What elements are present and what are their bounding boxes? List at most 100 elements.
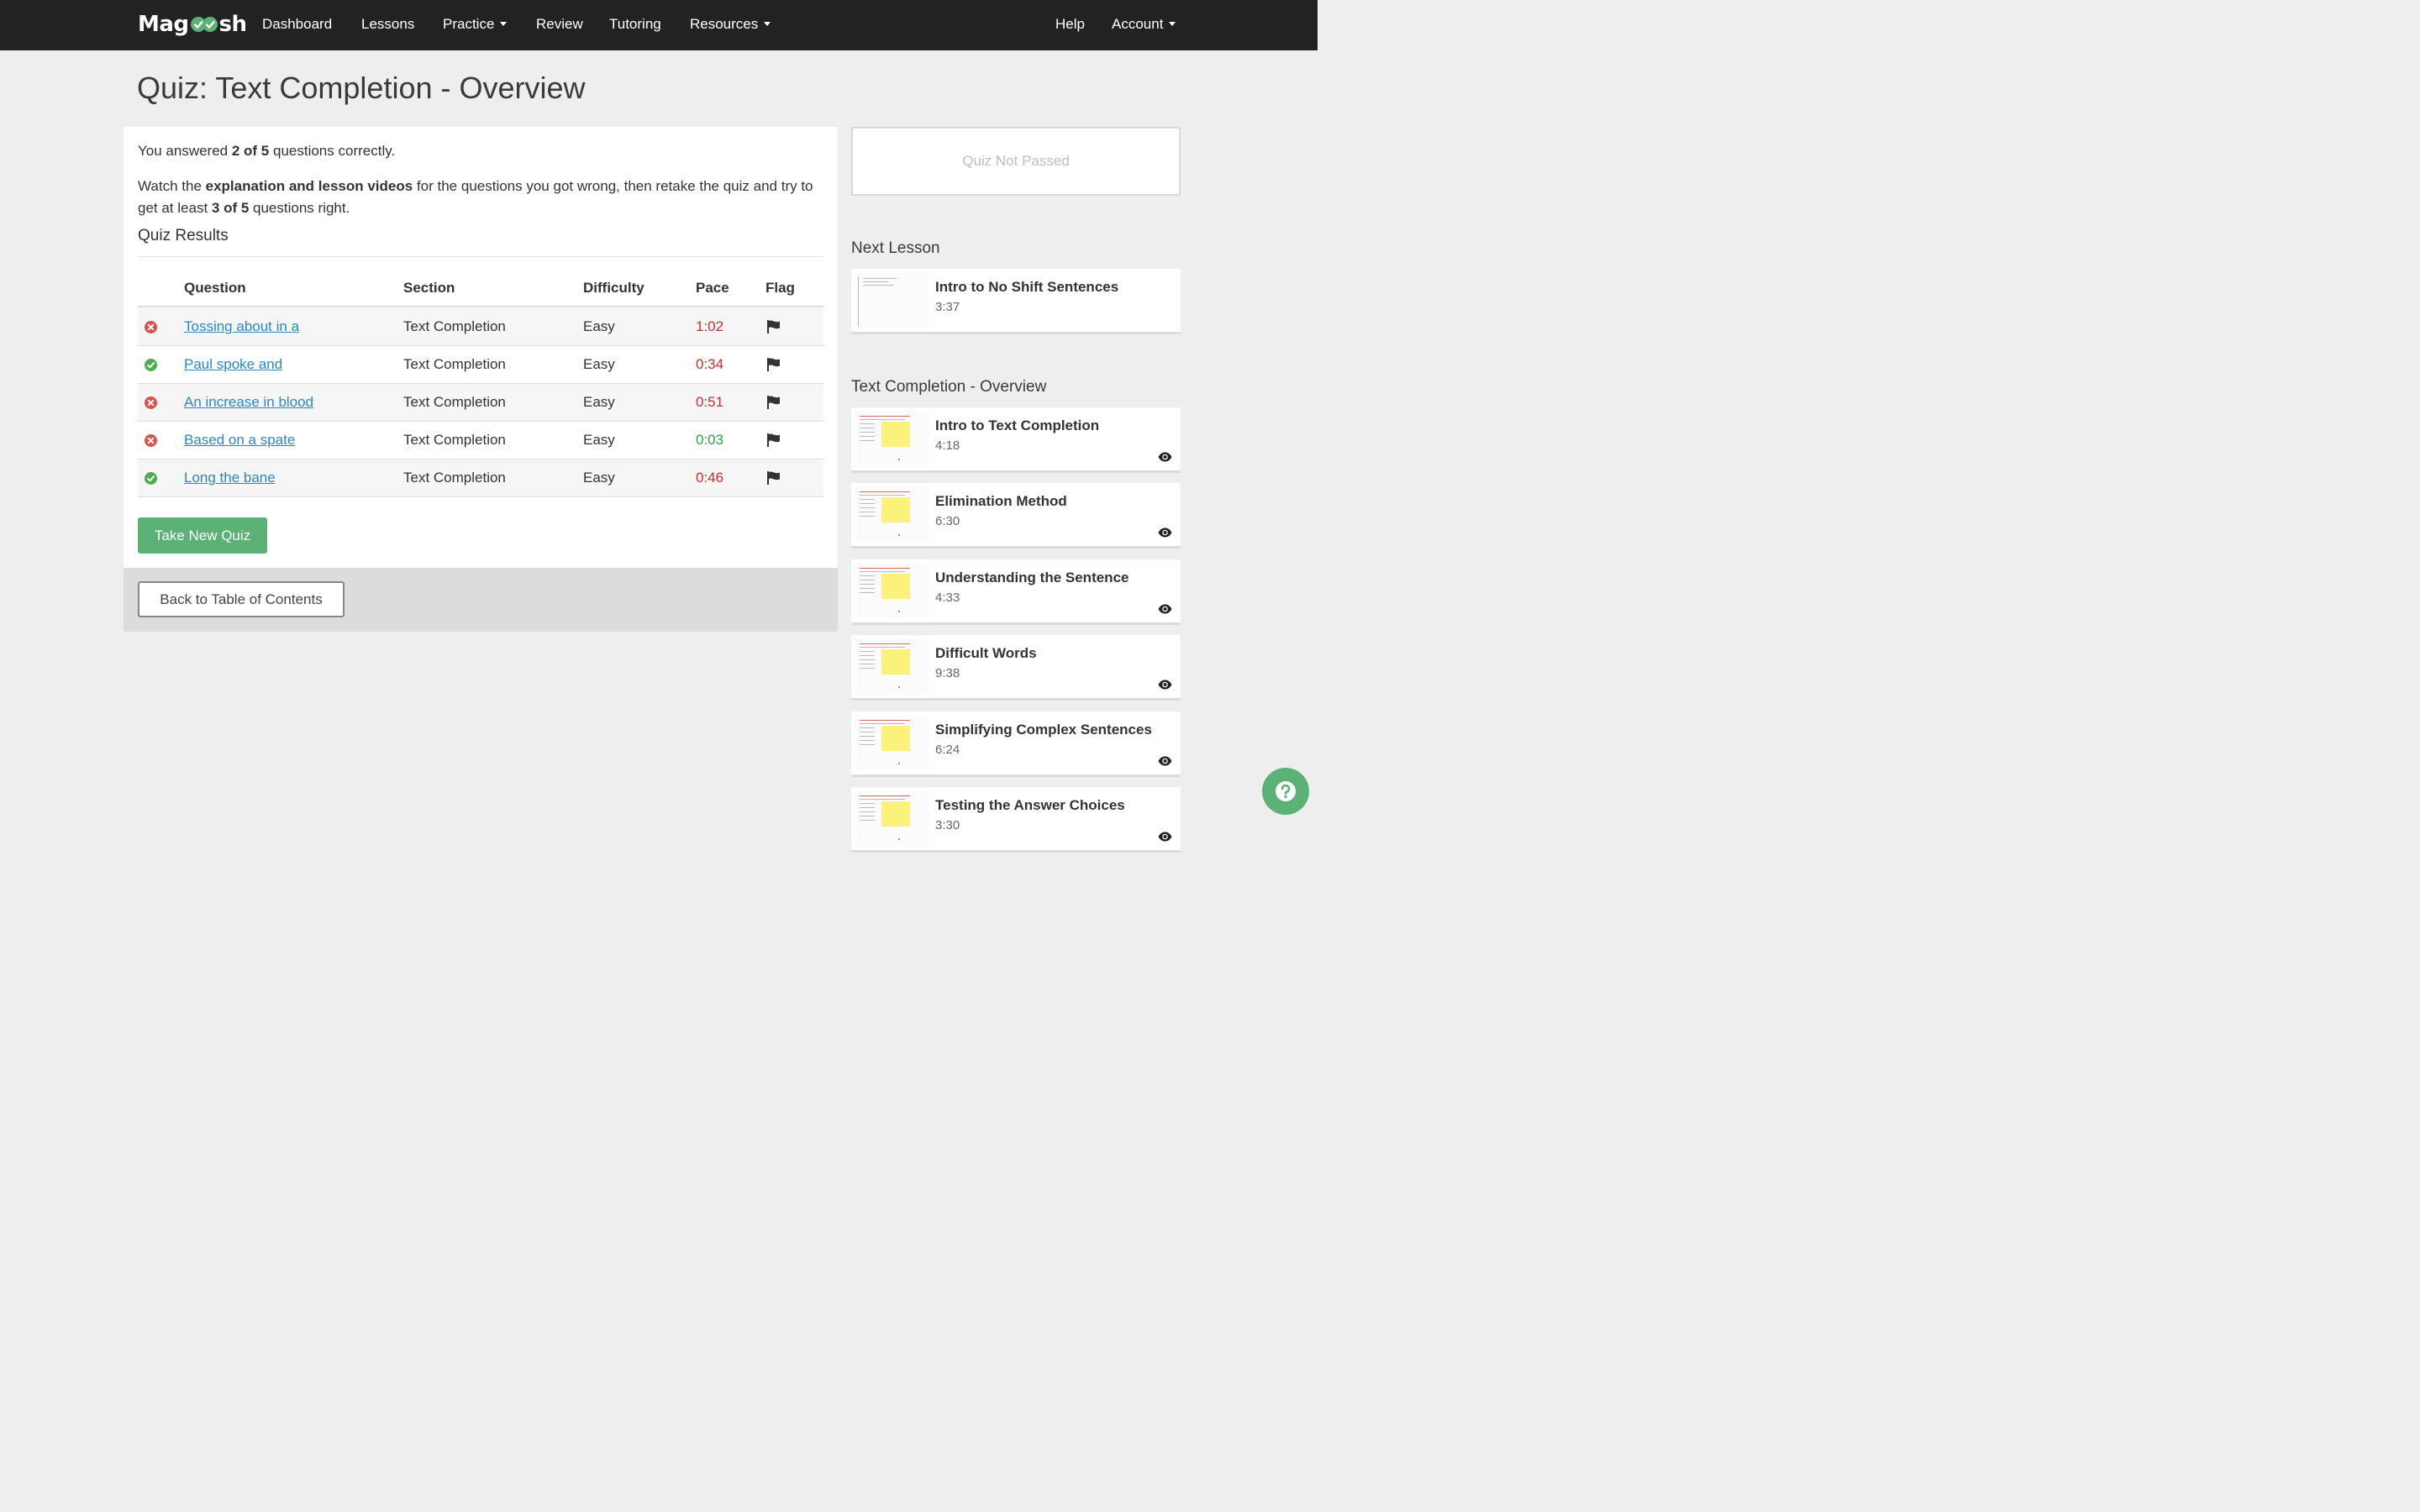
column-header-difficulty: Difficulty [583,280,644,296]
score-text: You answered [138,143,232,159]
eye-icon [1158,680,1172,690]
table-row: Tossing about in a Text Completion Easy 1:0… [138,308,823,346]
question-cell: Paul spoke and [184,356,282,373]
flag-icon[interactable] [766,433,781,447]
lesson-title: Elimination Method [935,493,1067,510]
column-header-pace: Pace [696,280,729,296]
lesson-duration: 6:24 [935,742,960,757]
nav-help-label: Help [1055,16,1085,32]
lesson-card[interactable]: Testing the Answer Choices 3:30 [851,787,1181,853]
difficulty-cell: Easy [583,318,615,334]
question-link[interactable]: Based on a spate [184,432,295,448]
pass-threshold: 3 of 5 [211,200,250,216]
nav-resources-dropdown[interactable]: Resources [690,0,771,50]
table-row: Long the bane Text Completion Easy 0:46 [138,459,823,497]
correct-icon [145,472,157,485]
eye-icon [1158,756,1172,766]
lesson-thumbnail [856,563,929,619]
table-row: Paul spoke and Text Completion Easy 0:34 [138,346,823,384]
column-header-flag: Flag [765,280,795,296]
lesson-title: Testing the Answer Choices [935,797,1125,813]
lesson-thumbnail [856,791,929,847]
eye-icon [1158,604,1172,614]
question-link[interactable]: An increase in blood [184,394,313,410]
page-title: Quiz: Text Completion - Overview [137,71,586,105]
lesson-card[interactable]: Simplifying Complex Sentences 6:24 [851,711,1181,777]
nav-dashboard[interactable]: Dashboard [262,0,332,50]
flag-icon[interactable] [766,358,781,371]
pace-cell: 1:02 [696,318,724,334]
nav-practice-label: Practice [443,16,495,32]
eye-icon [1158,832,1172,842]
question-cell: An increase in blood [184,394,313,411]
lesson-duration: 3:30 [935,818,960,832]
table-row: An increase in blood Text Completion Easy 0… [138,384,823,422]
caret-down-icon [500,22,508,27]
pace-cell: 0:03 [696,432,724,448]
eye-icon [1158,528,1172,538]
lesson-thumbnail [856,273,929,328]
nav-review[interactable]: Review [536,0,583,50]
question-cell: Tossing about in a [184,318,299,335]
column-header-section: Section [403,280,455,296]
table-header: Question Section Difficulty Pace Flag [138,270,823,307]
flag-icon[interactable] [766,471,781,485]
caret-down-icon [1169,22,1176,27]
wrong-icon [145,321,157,333]
flag-icon[interactable] [766,396,781,409]
lesson-title: Intro to No Shift Sentences [935,279,1119,295]
nav-account-dropdown[interactable]: Account [1112,0,1176,50]
eye-icon [1158,452,1172,462]
correct-icon [145,359,157,371]
nav-lessons-label: Lessons [361,16,415,32]
nav-lessons[interactable]: Lessons [361,0,414,50]
nav-tutoring[interactable]: Tutoring [609,0,661,50]
table-row: Based on a spate Text Completion Easy 0:03 [138,422,823,459]
question-link[interactable]: Tossing about in a [184,318,299,334]
lesson-card[interactable]: Intro to Text Completion 4:18 [851,407,1181,473]
logo-text-start: Mag [138,12,189,37]
lesson-card[interactable]: Difficult Words 9:38 [851,635,1181,701]
nav-help[interactable]: Help [1055,0,1085,50]
question-link[interactable]: Long the bane [184,470,276,486]
wrong-icon [145,396,157,409]
lesson-card[interactable]: Elimination Method 6:30 [851,483,1181,549]
instructions-text: Watch the [138,178,206,194]
lesson-duration: 4:33 [935,590,960,605]
question-link[interactable]: Paul spoke and [184,356,282,372]
score-text-end: questions correctly. [269,143,396,159]
nav-dashboard-label: Dashboard [262,16,333,32]
nav-account-label: Account [1112,16,1164,32]
lesson-title: Simplifying Complex Sentences [935,721,1152,738]
help-chat-button[interactable] [1262,768,1309,815]
retake-instructions: Watch the explanation and lesson videos … [138,176,818,219]
lesson-title: Difficult Words [935,645,1037,662]
pace-cell: 0:34 [696,356,724,372]
pace-cell: 0:46 [696,470,724,486]
difficulty-cell: Easy [583,356,615,372]
caret-down-icon [764,22,771,27]
flag-icon[interactable] [766,320,781,333]
next-lesson-card[interactable]: Intro to No Shift Sentences 3:37 [851,269,1181,334]
logo-text-end: sh [218,12,248,37]
check-logo-icon [190,17,218,32]
score-summary: You answered 2 of 5 questions correctly. [138,143,395,160]
lesson-card[interactable]: Understanding the Sentence 4:33 [851,559,1181,625]
lesson-duration: 3:37 [935,300,960,314]
question-help-icon [1276,781,1296,801]
lesson-thumbnail [856,639,929,696]
quiz-status-box: Quiz Not Passed [851,127,1181,196]
lesson-title: Understanding the Sentence [935,569,1129,585]
divider [138,256,823,257]
quiz-results-heading: Quiz Results [138,227,229,244]
nav-practice-dropdown[interactable]: Practice [443,0,508,50]
take-new-quiz-button[interactable]: Take New Quiz [138,517,267,554]
nav-tutoring-label: Tutoring [609,16,661,32]
section-cell: Text Completion [403,318,506,334]
lesson-thumbnail [856,487,929,543]
section-cell: Text Completion [403,470,506,486]
top-navbar: Mag sh Dashboard Lessons Practice Review… [0,0,1318,50]
magoosh-logo[interactable]: Mag sh [138,10,247,39]
back-to-toc-button[interactable]: Back to Table of Contents [138,581,345,617]
section-cell: Text Completion [403,394,506,410]
